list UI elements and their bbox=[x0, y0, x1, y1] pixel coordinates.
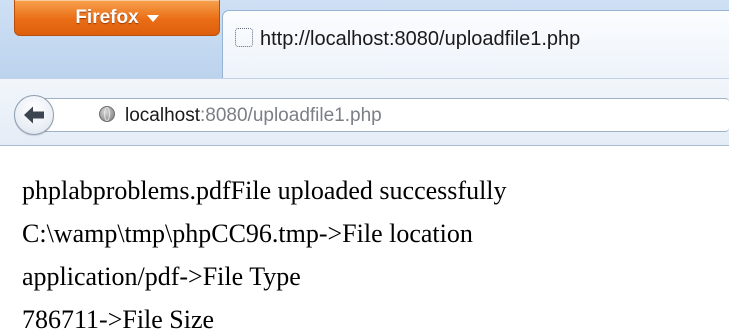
firefox-menu-button[interactable]: Firefox bbox=[14, 0, 220, 36]
url-host: localhost bbox=[125, 105, 200, 126]
back-button[interactable] bbox=[14, 95, 54, 135]
back-arrow-icon bbox=[24, 106, 44, 124]
upload-status-line: phplabproblems.pdfFile uploaded successf… bbox=[22, 176, 507, 205]
file-location-line: C:\wamp\tmp\phpCC96.tmp->File location bbox=[22, 219, 473, 248]
chevron-down-icon bbox=[146, 15, 159, 22]
file-size-line: 786711->File Size bbox=[22, 305, 215, 334]
url-path: :8080/uploadfile1.php bbox=[200, 105, 382, 126]
browser-tab[interactable]: http://localhost:8080/uploadfile1.php bbox=[222, 10, 729, 78]
globe-icon[interactable] bbox=[99, 106, 115, 122]
file-type-line: application/pdf->File Type bbox=[22, 262, 301, 291]
tab-title: http://localhost:8080/uploadfile1.php bbox=[260, 28, 581, 50]
page-content: phplabproblems.pdfFile uploaded successf… bbox=[0, 146, 729, 334]
firefox-menu-label: Firefox bbox=[75, 6, 139, 28]
url-bar[interactable]: localhost:8080/uploadfile1.php bbox=[44, 98, 729, 132]
tab-strip: Firefox http://localhost:8080/uploadfile… bbox=[0, 0, 729, 78]
url-text: localhost:8080/uploadfile1.php bbox=[125, 105, 382, 127]
navigation-toolbar: localhost:8080/uploadfile1.php bbox=[0, 78, 729, 146]
blank-page-icon bbox=[235, 28, 253, 47]
